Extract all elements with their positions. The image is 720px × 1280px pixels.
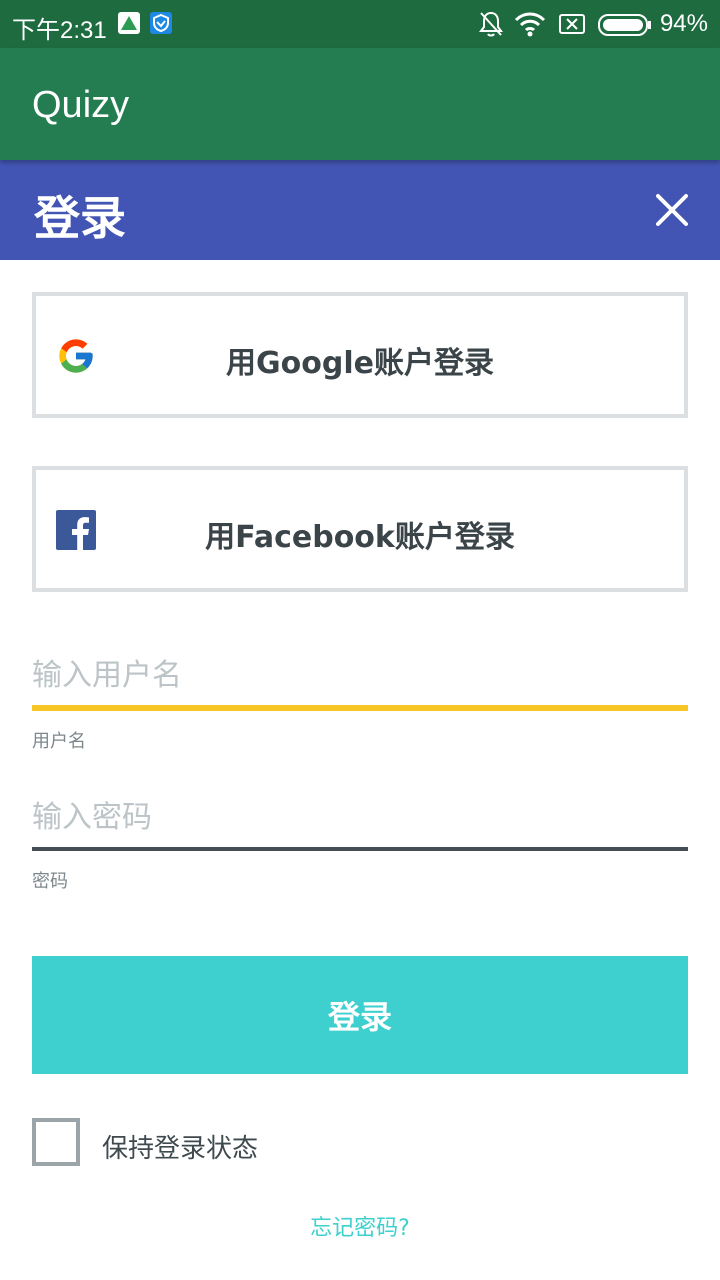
- password-underline: [32, 847, 688, 851]
- password-input[interactable]: [32, 800, 688, 847]
- shield-app-icon: [150, 12, 172, 34]
- password-helper: 密码: [32, 871, 68, 892]
- username-underline: [32, 705, 688, 711]
- remember-checkbox[interactable]: [32, 1118, 80, 1166]
- forgot-password-link[interactable]: 忘记密码?: [0, 1210, 720, 1242]
- google-login-label: 用Google账户登录: [226, 346, 494, 381]
- username-input[interactable]: [32, 658, 688, 705]
- remember-label: 保持登录状态: [102, 1134, 259, 1164]
- google-login-button[interactable]: 用Google账户登录: [32, 292, 688, 418]
- bell-off-icon: [478, 10, 504, 42]
- battery-percent: 94%: [659, 10, 708, 37]
- app-title: Quizy: [32, 84, 130, 126]
- status-bar: 下午2:31 94%: [0, 0, 720, 48]
- close-icon[interactable]: [648, 186, 696, 234]
- dialog-header: 登录: [0, 160, 720, 260]
- status-time: 下午2:31: [12, 17, 107, 44]
- username-helper: 用户名: [32, 731, 86, 752]
- login-button[interactable]: 登录: [32, 956, 688, 1074]
- facebook-login-label: 用Facebook账户登录: [205, 520, 515, 555]
- password-field: 密码: [32, 800, 688, 893]
- username-field: 用户名: [32, 658, 688, 753]
- notification-app-icon: [118, 12, 140, 34]
- battery-icon: [598, 14, 652, 40]
- app-bar: Quizy: [0, 48, 720, 160]
- wifi-icon: [514, 10, 546, 42]
- no-sim-icon: [558, 13, 586, 39]
- dialog-title: 登录: [34, 191, 126, 245]
- facebook-login-button[interactable]: 用Facebook账户登录: [32, 466, 688, 592]
